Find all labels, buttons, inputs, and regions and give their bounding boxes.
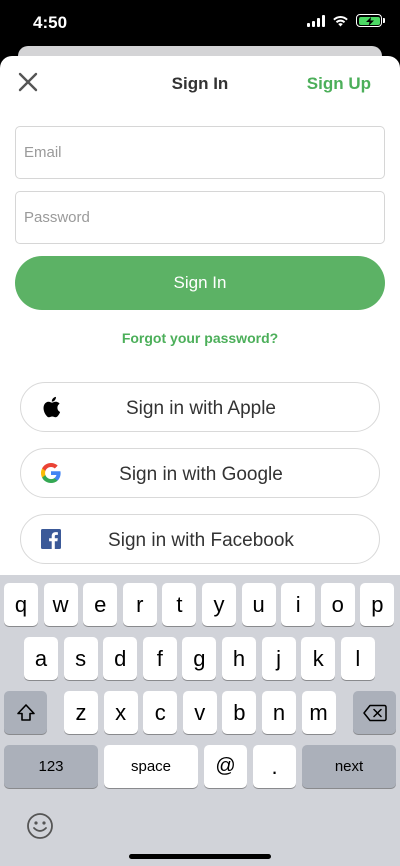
- key-e[interactable]: e: [83, 583, 118, 626]
- sign-in-button[interactable]: Sign In: [15, 256, 385, 310]
- email-field[interactable]: [16, 127, 384, 178]
- apple-sign-in-button[interactable]: Sign in with Apple: [20, 382, 380, 432]
- key-u[interactable]: u: [241, 583, 276, 626]
- key-j[interactable]: j: [261, 637, 296, 680]
- key-z[interactable]: z: [64, 691, 98, 734]
- google-sign-in-button[interactable]: Sign in with Google: [20, 448, 380, 498]
- status-time: 4:50: [33, 13, 68, 32]
- email-field-container: [15, 126, 385, 179]
- key-y[interactable]: y: [202, 583, 236, 626]
- key-l[interactable]: l: [340, 637, 375, 680]
- backspace-icon: [362, 704, 387, 721]
- password-field-container: [15, 191, 385, 244]
- key-k[interactable]: k: [301, 637, 336, 680]
- key-d[interactable]: d: [103, 637, 138, 680]
- nav-bar: Sign In Sign Up: [0, 56, 400, 112]
- key-h[interactable]: h: [222, 637, 256, 680]
- forgot-password-link[interactable]: Forgot your password?: [0, 330, 400, 346]
- shift-key[interactable]: [4, 691, 47, 734]
- key-n[interactable]: n: [262, 691, 296, 734]
- google-sign-in-label: Sign in with Google: [119, 464, 283, 485]
- keyboard: qwertyuiop asdfghjkl zxcvbnm 123 space @…: [0, 575, 400, 866]
- key-m[interactable]: m: [301, 691, 336, 734]
- battery-icon: [356, 14, 385, 27]
- key-f[interactable]: f: [142, 637, 177, 680]
- key-g[interactable]: g: [182, 637, 217, 680]
- key-r[interactable]: r: [122, 583, 157, 626]
- status-bar: 4:50: [0, 0, 400, 48]
- backspace-key[interactable]: [353, 691, 396, 734]
- emoji-button[interactable]: [26, 812, 54, 840]
- next-key[interactable]: next: [302, 745, 396, 788]
- facebook-sign-in-label: Sign in with Facebook: [108, 530, 294, 551]
- facebook-sign-in-button[interactable]: Sign in with Facebook: [20, 514, 380, 564]
- apple-sign-in-label: Sign in with Apple: [126, 398, 276, 419]
- dot-key[interactable]: .: [253, 745, 296, 788]
- key-b[interactable]: b: [222, 691, 257, 734]
- home-indicator: [129, 854, 271, 859]
- space-key[interactable]: space: [104, 745, 198, 788]
- signal-icon: [307, 14, 325, 27]
- key-s[interactable]: s: [63, 637, 98, 680]
- key-i[interactable]: i: [281, 583, 316, 626]
- key-o[interactable]: o: [320, 583, 355, 626]
- key-c[interactable]: c: [143, 691, 178, 734]
- wifi-icon: [333, 15, 348, 27]
- sign-up-link[interactable]: Sign Up: [307, 74, 371, 94]
- key-p[interactable]: p: [360, 583, 395, 626]
- status-icons: [307, 14, 385, 27]
- password-field[interactable]: [16, 192, 384, 243]
- key-t[interactable]: t: [162, 583, 197, 626]
- shift-icon: [16, 703, 35, 721]
- key-v[interactable]: v: [182, 691, 217, 734]
- key-w[interactable]: w: [43, 583, 78, 626]
- emoji-icon: [27, 813, 53, 839]
- at-key[interactable]: @: [204, 745, 247, 788]
- key-x[interactable]: x: [103, 691, 138, 734]
- key-q[interactable]: q: [4, 583, 38, 626]
- key-a[interactable]: a: [24, 637, 58, 680]
- numbers-key[interactable]: 123: [4, 745, 98, 788]
